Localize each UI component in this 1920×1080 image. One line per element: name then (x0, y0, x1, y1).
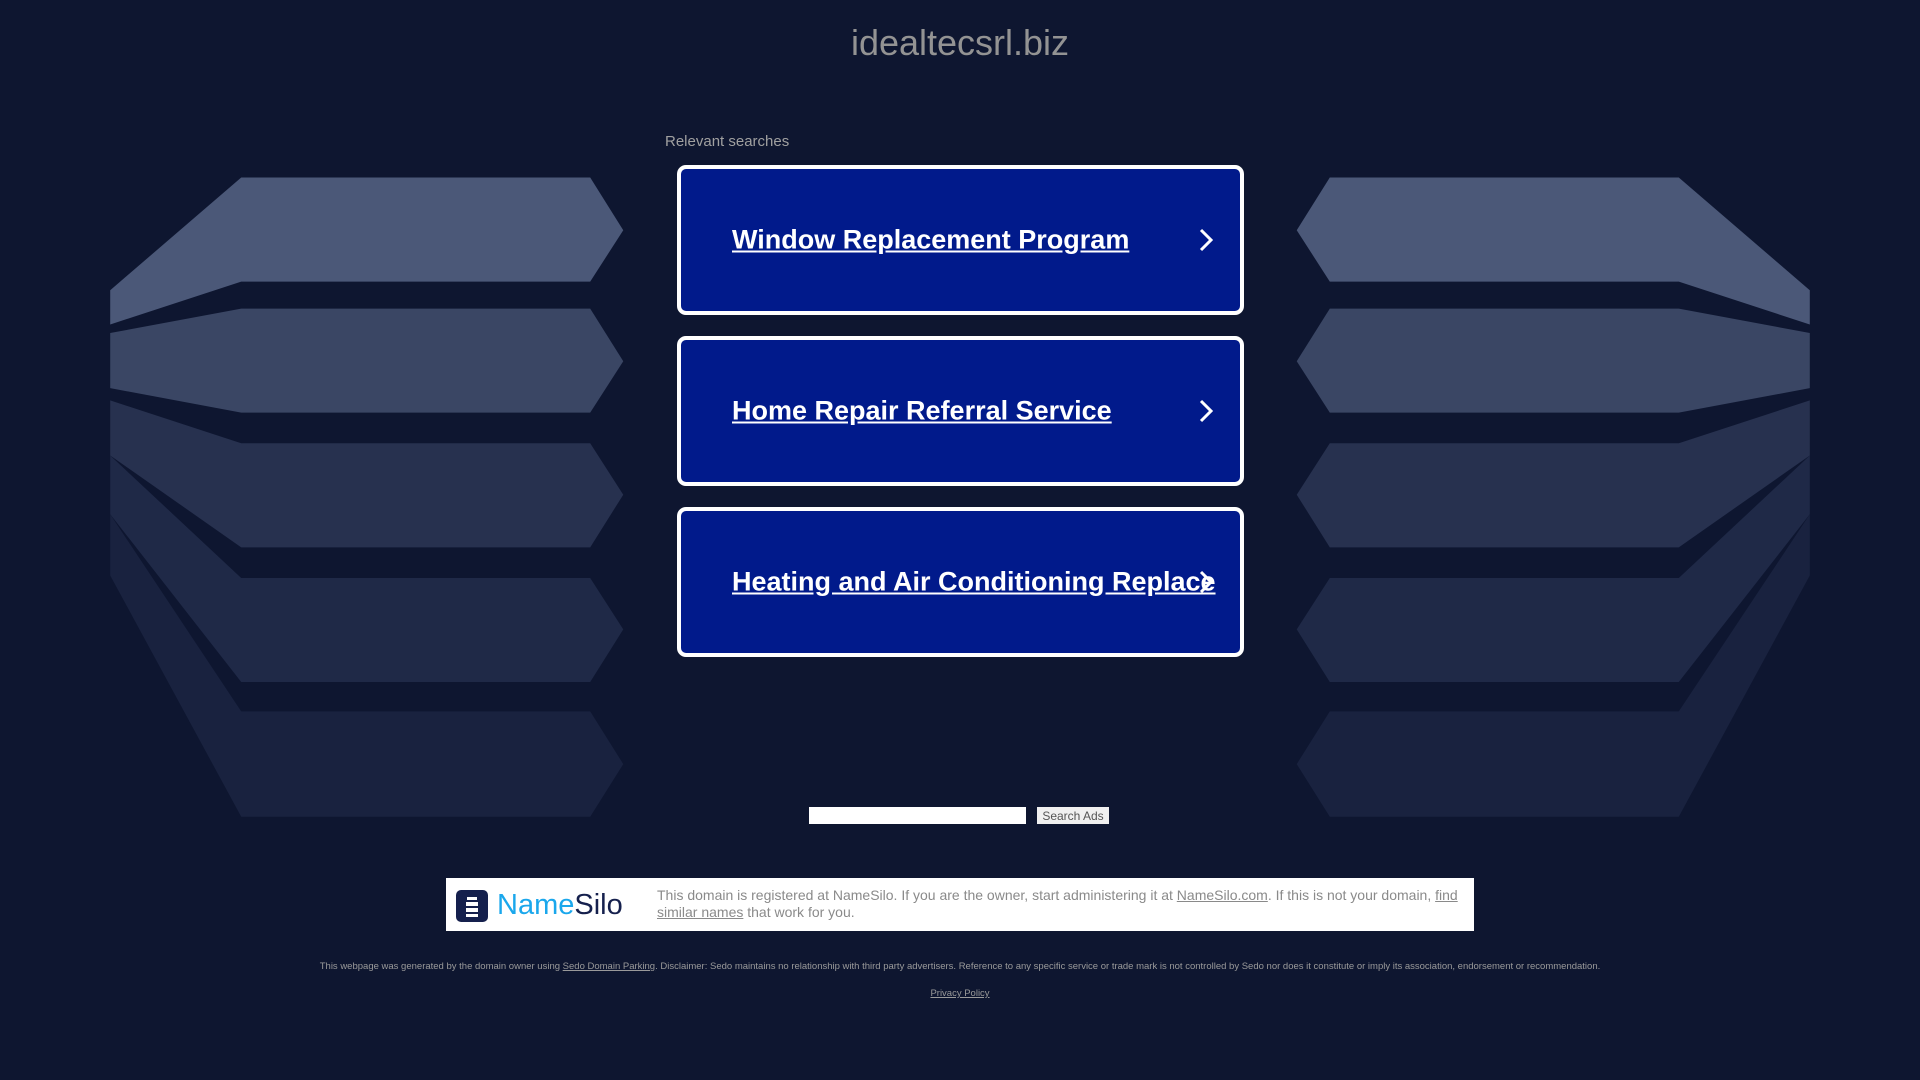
namesilo-link[interactable]: NameSilo.com (1177, 887, 1268, 903)
namesilo-stack-icon (456, 889, 488, 922)
namesilo-text: that work for you. (743, 904, 855, 920)
left-bands (110, 177, 624, 817)
namesilo-message: This domain is registered at NameSilo. I… (657, 887, 1467, 921)
search-link-card[interactable]: Window Replacement Program (677, 165, 1244, 315)
search-link-label[interactable]: Heating and Air Conditioning Replace (732, 567, 1216, 598)
disclaimer-text: This webpage was generated by the domain… (319, 961, 563, 972)
namesilo-text: This domain is registered at NameSilo. I… (657, 887, 1177, 903)
domain-title: idealtecsrl.biz (850, 22, 1070, 63)
chevron-right-icon (1199, 228, 1214, 252)
namesilo-banner: Name Silo This domain is registered at Na… (446, 878, 1474, 931)
chevron-right-icon (1199, 570, 1214, 594)
search-link-card[interactable]: Heating and Air Conditioning Replace (677, 507, 1244, 657)
search-link-label[interactable]: Home Repair Referral Service (732, 396, 1112, 427)
sedo-parking-link[interactable]: Sedo Domain Parking (563, 961, 655, 972)
disclaimer-text: . Disclaimer: Sedo maintains no relation… (655, 961, 1601, 972)
right-bands (1296, 177, 1810, 817)
namesilo-logo: Name Silo (456, 889, 623, 922)
disclaimer: This webpage was generated by the domain… (0, 961, 1920, 972)
namesilo-logo-name: Name (497, 889, 575, 921)
search-ads-button[interactable]: Search Ads (1037, 807, 1109, 824)
search-link-label[interactable]: Window Replacement Program (732, 225, 1129, 256)
privacy-policy-link[interactable]: Privacy Policy (930, 988, 989, 999)
search-ads-input[interactable] (809, 807, 1026, 824)
relevant-searches-heading: Relevant searches (665, 133, 790, 150)
search-link-card[interactable]: Home Repair Referral Service (677, 336, 1244, 486)
chevron-right-icon (1199, 399, 1214, 423)
namesilo-logo-silo: Silo (574, 889, 623, 921)
namesilo-text: . If this is not your domain, (1267, 887, 1436, 903)
